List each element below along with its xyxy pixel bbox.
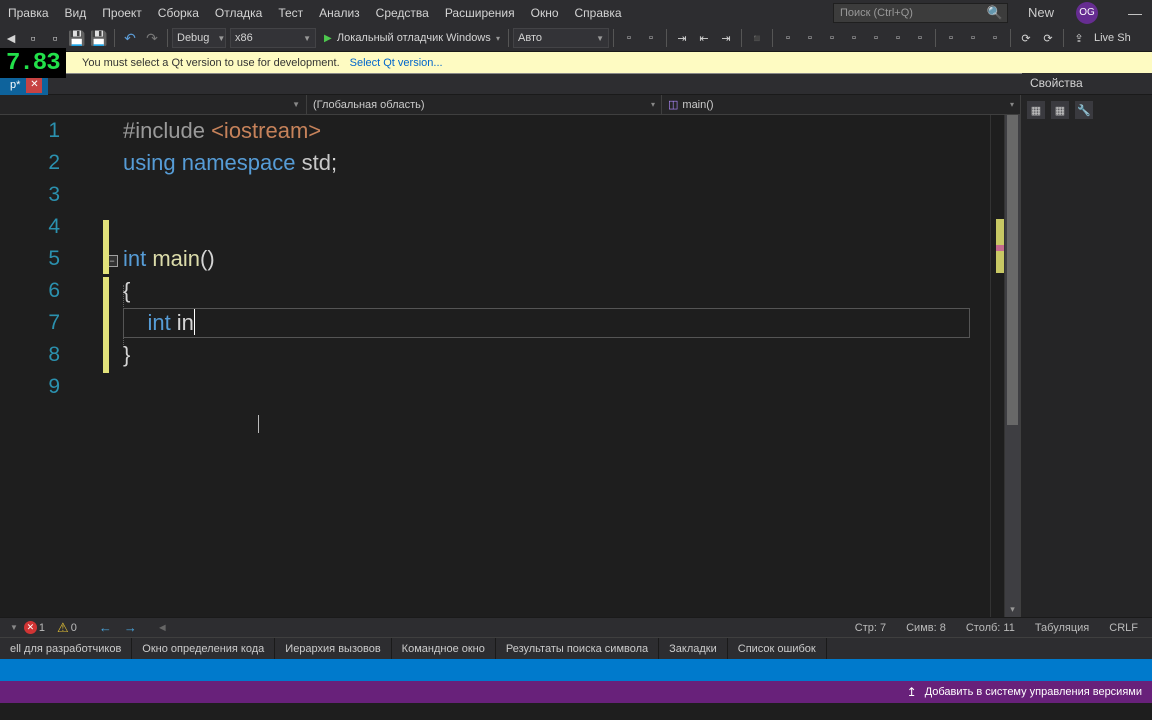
scroll-down-icon[interactable]: ▾: [1005, 601, 1020, 617]
vertical-scrollbar[interactable]: ▴ ▾: [1004, 115, 1020, 617]
search-input[interactable]: Поиск (Ctrl+Q) 🔍: [833, 3, 1008, 23]
status-line[interactable]: Стр: 7: [845, 622, 896, 634]
menu-Проект[interactable]: Проект: [94, 2, 150, 24]
status-bar: [0, 659, 1152, 681]
main-area: 123456789 − #include <iostream>using nam…: [0, 115, 1152, 617]
search-icon: 🔍: [987, 5, 1003, 21]
minimize-button[interactable]: —: [1118, 5, 1152, 21]
toolbar-icon[interactable]: ▫: [909, 27, 931, 49]
code-content[interactable]: #include <iostream>using namespace std;i…: [123, 115, 974, 403]
menu-Расширения[interactable]: Расширения: [437, 2, 523, 24]
status-char[interactable]: Симв: 8: [896, 622, 956, 634]
document-tabs: p* ✕ ▾ ✲ ▾ Свойства: [0, 74, 1152, 95]
source-control-label: Добавить в систему управления версиями: [925, 686, 1142, 698]
scope-project[interactable]: ▼: [0, 95, 307, 114]
menu-Окно[interactable]: Окно: [523, 2, 567, 24]
editor-status-bar: ▼ ✕1 ⚠0 ← → ◄ Стр: 7 Симв: 8 Столб: 11 Т…: [0, 617, 1152, 637]
user-avatar[interactable]: OG: [1076, 2, 1098, 24]
status-indent[interactable]: Табуляция: [1025, 622, 1099, 634]
menu-Сборка[interactable]: Сборка: [150, 2, 207, 24]
bookmark-icon[interactable]: ◾: [746, 27, 768, 49]
toolbar-icon[interactable]: ▫: [799, 27, 821, 49]
change-marker: [103, 277, 109, 373]
bottom-tab[interactable]: Окно определения кода: [132, 638, 275, 659]
platform-dropdown[interactable]: x86▼: [230, 28, 316, 48]
menu-Тест[interactable]: Тест: [270, 2, 311, 24]
upload-icon: ↥: [907, 685, 917, 699]
bottom-tabs: ell для разработчиковОкно определения ко…: [0, 637, 1152, 659]
liveshare-icon[interactable]: ⇪: [1068, 27, 1090, 49]
prop-icon[interactable]: 🔧: [1075, 101, 1093, 119]
toolbar-icon[interactable]: ▫: [777, 27, 799, 49]
start-debugger-button[interactable]: ▶Локальный отладчик Windows▾: [320, 28, 504, 48]
config-dropdown[interactable]: Debug▼: [172, 28, 226, 48]
undo-icon[interactable]: ↶: [119, 27, 141, 49]
warning-count[interactable]: ⚠0: [57, 620, 77, 636]
overview-ruler[interactable]: [990, 115, 1004, 617]
bottom-tab[interactable]: Результаты поиска символа: [496, 638, 659, 659]
change-marker: [103, 220, 109, 274]
nav-forward-icon[interactable]: →: [118, 620, 143, 635]
toolbar-icon[interactable]: ▫: [962, 27, 984, 49]
menu-Вид[interactable]: Вид: [57, 2, 95, 24]
toolbar-icon[interactable]: ▫: [640, 27, 662, 49]
source-control-bar[interactable]: ↥ Добавить в систему управления версиями: [0, 681, 1152, 703]
toolbar-icon[interactable]: ▫: [984, 27, 1006, 49]
redo-icon[interactable]: ↷: [141, 27, 163, 49]
menu-Средства[interactable]: Средства: [368, 2, 437, 24]
save-icon[interactable]: 💾: [66, 27, 88, 49]
new-button[interactable]: New: [1014, 5, 1068, 20]
back-icon[interactable]: ◄: [0, 27, 22, 49]
code-editor[interactable]: 123456789 − #include <iostream>using nam…: [0, 115, 990, 617]
toolbar-icon[interactable]: ▫: [618, 27, 640, 49]
save-all-icon[interactable]: 💾: [88, 27, 110, 49]
outdent-icon[interactable]: ⇥: [715, 27, 737, 49]
nav-back-icon[interactable]: ←: [93, 620, 118, 635]
select-qt-link[interactable]: Select Qt version...: [350, 57, 443, 69]
qt-notice-bar: You must select a Qt version to use for …: [0, 52, 1152, 74]
menu-bar: ПравкаВидПроектСборкаОтладкаТестАнализСр…: [0, 0, 1152, 25]
notice-text: You must select a Qt version to use for …: [82, 57, 340, 69]
secondary-caret: [258, 415, 259, 433]
scope-namespace[interactable]: (Глобальная область)▾: [307, 95, 662, 114]
toolbar-icon[interactable]: ▫: [843, 27, 865, 49]
properties-panel: ▦ ▦ 🔧: [1020, 95, 1152, 617]
bottom-tab[interactable]: Список ошибок: [728, 638, 827, 659]
menu-Отладка[interactable]: Отладка: [207, 2, 270, 24]
bottom-tab[interactable]: Иерархия вызовов: [275, 638, 391, 659]
menu-Правка[interactable]: Правка: [0, 2, 57, 24]
prop-icon[interactable]: ▦: [1027, 101, 1045, 119]
line-number-gutter: 123456789: [0, 115, 70, 403]
scrollbar-thumb[interactable]: [1007, 115, 1018, 425]
toolbar-icon[interactable]: ▫: [940, 27, 962, 49]
prop-icon[interactable]: ▦: [1051, 101, 1069, 119]
fps-overlay: 7.83: [0, 48, 66, 78]
error-count[interactable]: ✕1: [24, 621, 45, 634]
bottom-tab[interactable]: Командное окно: [392, 638, 496, 659]
bottom-tab[interactable]: Закладки: [659, 638, 728, 659]
refresh-icon[interactable]: ⟳: [1015, 27, 1037, 49]
properties-panel-title: Свойства: [1022, 73, 1152, 93]
sync-icon[interactable]: ⟳: [1037, 27, 1059, 49]
open-icon[interactable]: ▫: [44, 27, 66, 49]
main-toolbar: ◄ ▫ ▫ 💾 💾 ↶ ↷ Debug▼ x86▼ ▶Локальный отл…: [0, 25, 1152, 52]
new-file-icon[interactable]: ▫: [22, 27, 44, 49]
close-tab-icon[interactable]: ✕: [26, 77, 42, 93]
liveshare-label[interactable]: Live Sh: [1090, 32, 1135, 44]
indent-icon[interactable]: ⇤: [693, 27, 715, 49]
status-col[interactable]: Столб: 11: [956, 622, 1025, 634]
status-eol[interactable]: CRLF: [1099, 622, 1148, 634]
menu-Справка[interactable]: Справка: [567, 2, 630, 24]
auto-dropdown[interactable]: Авто▼: [513, 28, 609, 48]
toolbar-icon[interactable]: ▫: [887, 27, 909, 49]
toolbar-icon[interactable]: ▫: [821, 27, 843, 49]
scope-bar: ▼ (Глобальная область)▾ ◫main()▾: [0, 95, 1020, 115]
toolbar-icon[interactable]: ▫: [865, 27, 887, 49]
menu-Анализ[interactable]: Анализ: [311, 2, 368, 24]
bottom-tab[interactable]: ell для разработчиков: [0, 638, 132, 659]
step-out-icon[interactable]: ⇥: [671, 27, 693, 49]
status-chevron-icon[interactable]: ▼: [4, 623, 24, 632]
scope-function[interactable]: ◫main()▾: [662, 95, 1020, 114]
